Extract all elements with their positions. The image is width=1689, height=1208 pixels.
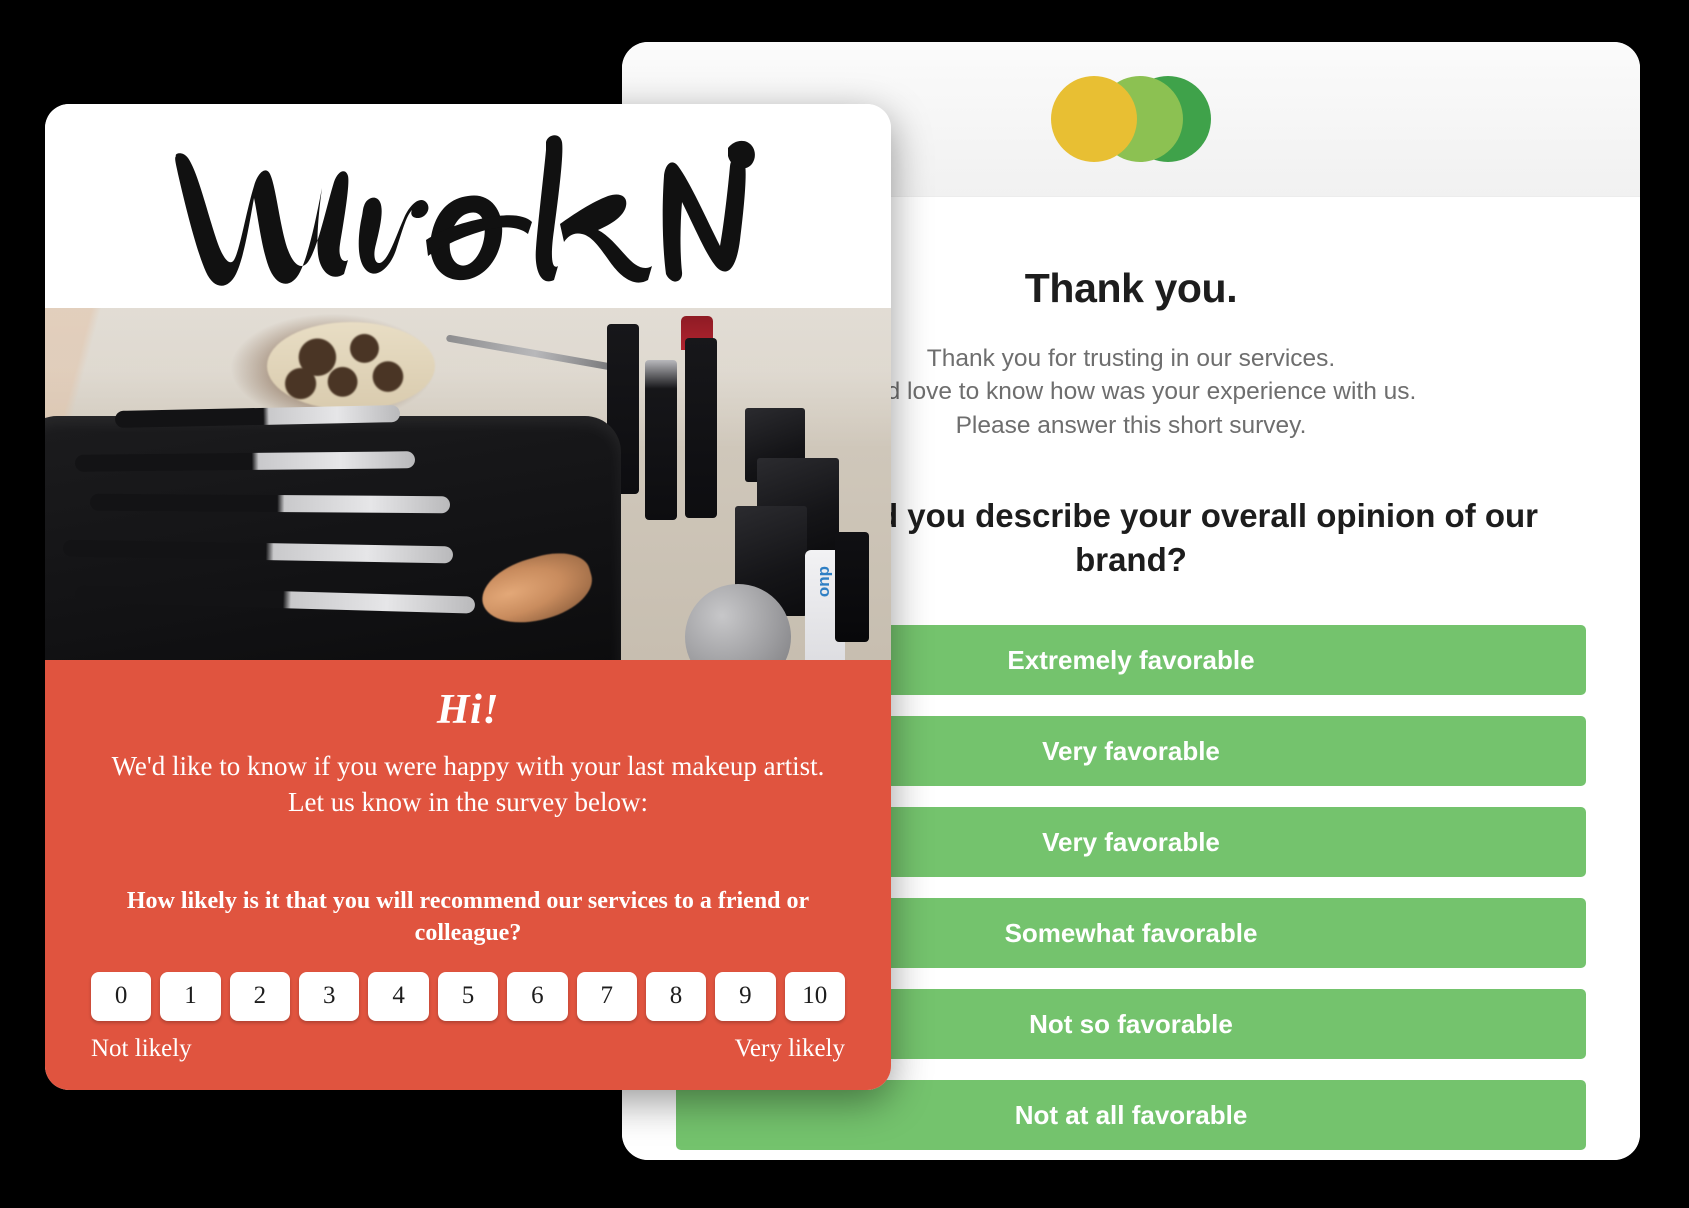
lipstick-tube-2 — [645, 360, 677, 520]
nps-option-8[interactable]: 8 — [645, 971, 707, 1021]
email-intro-line-2: Let us know in the survey below: — [288, 787, 648, 818]
worn-wordmark-logo — [175, 135, 755, 286]
leopard-print-compact — [267, 322, 435, 410]
nps-option-0[interactable]: 0 — [91, 971, 152, 1021]
email-card: duo Hi! We'd like to know if you were ha… — [45, 104, 891, 1090]
nps-question-text: How likely is it that you will recommend… — [126, 888, 810, 947]
cosmetic-pencil — [835, 532, 869, 642]
greeting-heading: Hi! — [436, 687, 500, 733]
brand-logo-icon — [1051, 76, 1211, 162]
nps-high-label: Very likely — [734, 1034, 845, 1062]
nps-option-7[interactable]: 7 — [576, 971, 637, 1021]
nps-option-5[interactable]: 5 — [437, 971, 499, 1021]
nps-option-4[interactable]: 4 — [368, 971, 429, 1021]
tube-label: duo — [816, 566, 835, 598]
nps-option-9[interactable]: 9 — [715, 971, 776, 1021]
answer-option-not-at-all-favorable[interactable]: Not at all favorable — [676, 1080, 1586, 1151]
nps-option-3[interactable]: 3 — [299, 971, 360, 1021]
email-message-panel: Hi! We'd like to know if you were happy … — [45, 660, 891, 1090]
nps-low-label: Not likely — [91, 1034, 192, 1062]
nps-option-6[interactable]: 6 — [507, 971, 568, 1021]
nps-scale-labels: Not likely Very likely — [91, 1035, 845, 1063]
hero-image: duo — [45, 308, 891, 660]
nps-option-10[interactable]: 10 — [784, 971, 845, 1021]
logo-circle-yellow — [1051, 76, 1137, 162]
makeup-brush-3 — [89, 493, 451, 514]
screenshot-stage: Thank you. Thank you for trusting in our… — [0, 0, 1689, 1208]
makeup-brush-2 — [74, 451, 416, 472]
nps-option-1[interactable]: 1 — [160, 971, 221, 1021]
nps-option-2[interactable]: 2 — [229, 971, 291, 1021]
email-card-header — [45, 104, 891, 308]
email-intro-line-1: We'd like to know if you were happy with… — [111, 751, 825, 781]
email-intro-text: We'd like to know if you were happy with… — [91, 748, 845, 820]
lipstick-tube-3 — [685, 338, 717, 518]
nps-scale: 0 1 2 3 4 5 6 7 8 9 10 — [91, 971, 845, 1021]
